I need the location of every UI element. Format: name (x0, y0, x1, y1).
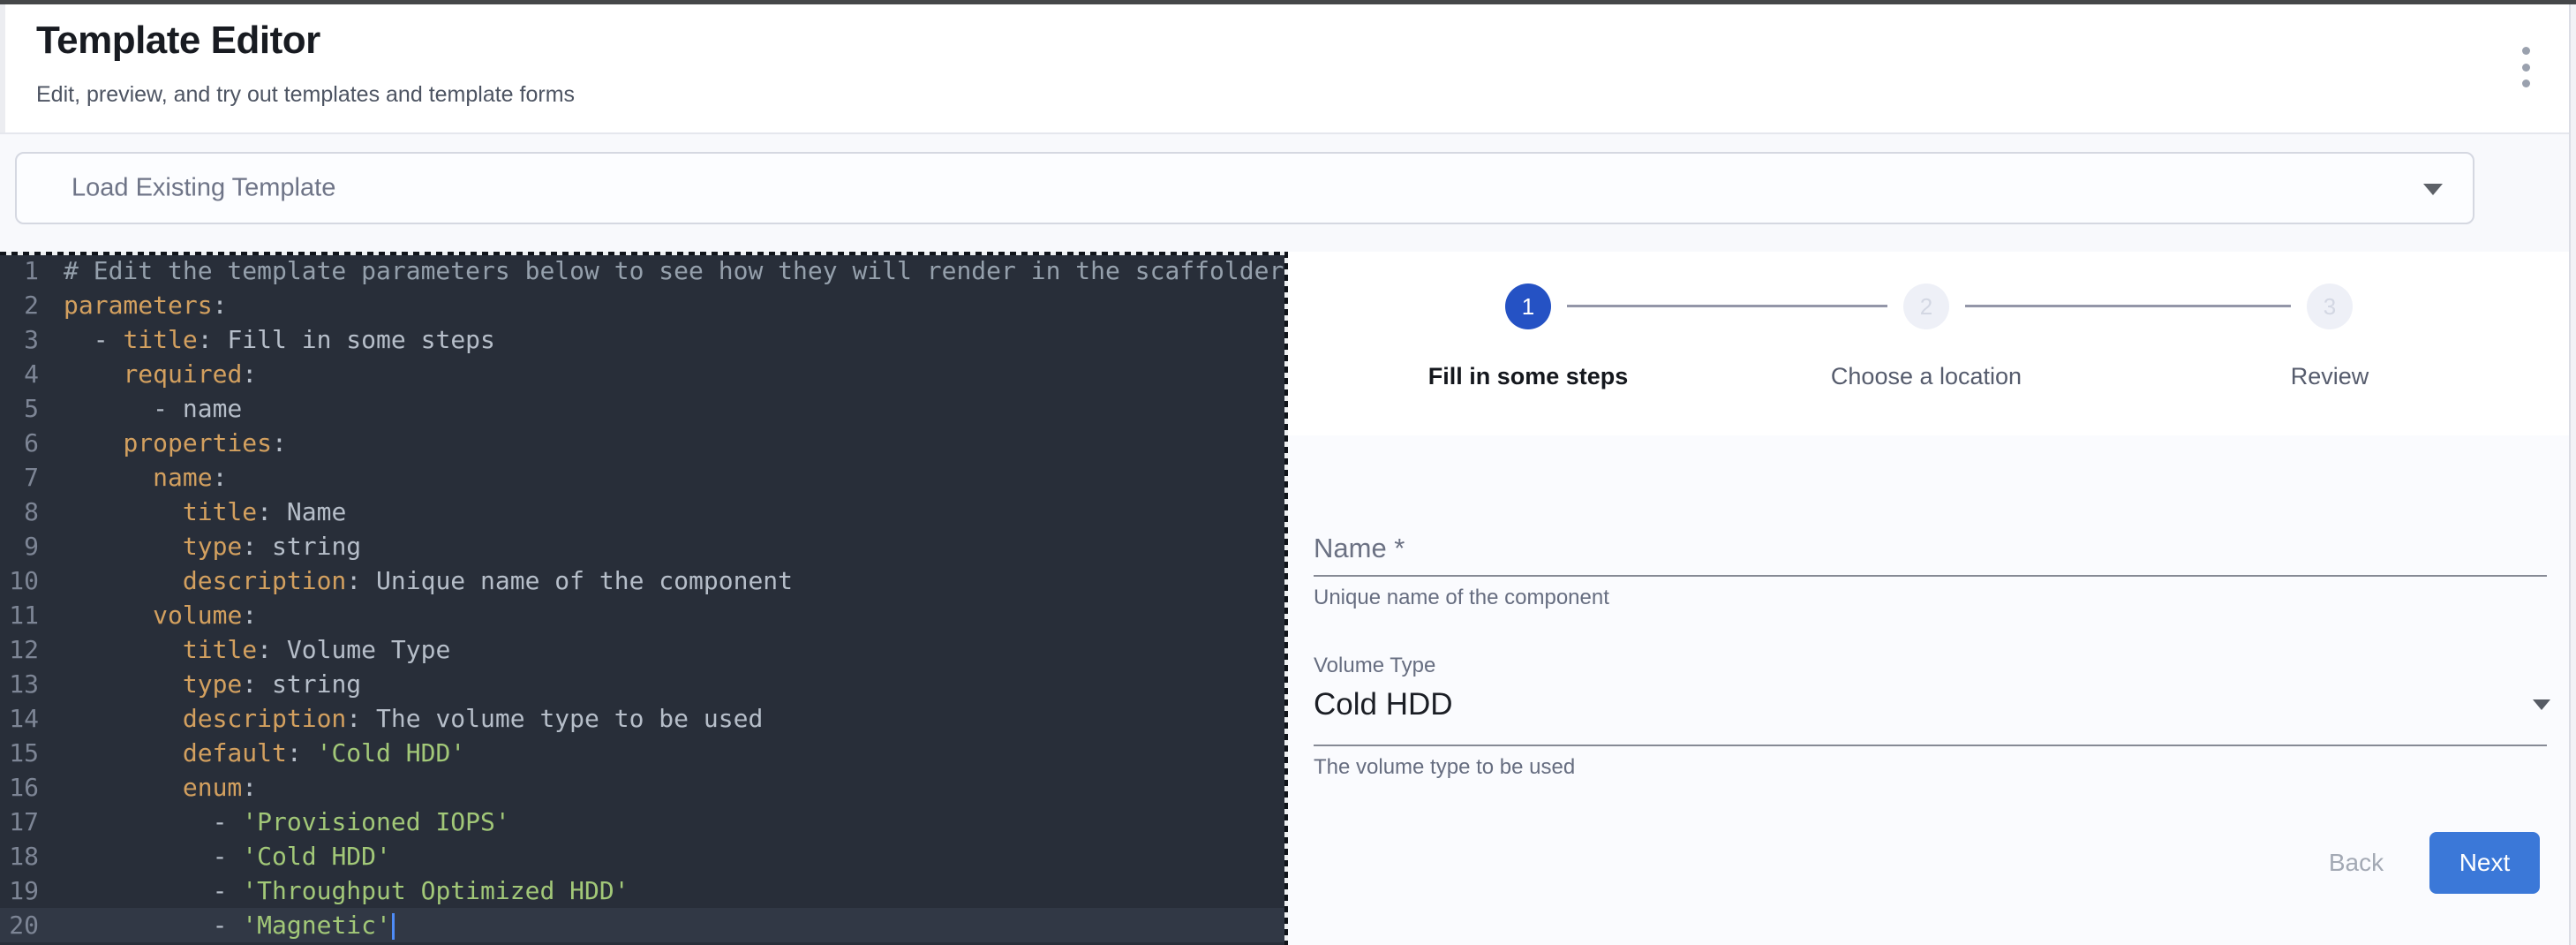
line-number: 18 (0, 839, 39, 873)
volume-type-value: Cold HDD (1314, 687, 1453, 722)
volume-type-label: Volume Type (1314, 654, 1435, 678)
code-text: type: string (64, 529, 361, 563)
code-text: - title: Fill in some steps (64, 322, 495, 357)
stepper: 1 2 3 Fill in some steps Choose a locati… (1288, 252, 2569, 435)
code-text: properties: (64, 426, 287, 460)
code-line[interactable]: 8 title: Name (0, 495, 1288, 529)
code-line[interactable]: 3 - title: Fill in some steps (0, 322, 1288, 357)
code-line[interactable]: 15 default: 'Cold HDD' (0, 736, 1288, 770)
text-cursor (392, 913, 395, 940)
line-number: 12 (0, 632, 39, 667)
code-text: type: string (64, 667, 361, 701)
name-input-underline (1314, 575, 2547, 577)
volume-helper-text: The volume type to be used (1314, 755, 1575, 780)
page-subtitle: Edit, preview, and try out templates and… (36, 82, 575, 108)
step-3-indicator: 3 (2307, 284, 2353, 329)
line-number: 8 (0, 495, 39, 529)
code-line[interactable]: 17 - 'Provisioned IOPS' (0, 805, 1288, 839)
line-number: 5 (0, 391, 39, 426)
code-line[interactable]: 5 - name (0, 391, 1288, 426)
line-number: 3 (0, 322, 39, 357)
template-selector-row: Load Existing Template (0, 134, 2576, 252)
code-line[interactable]: 7 name: (0, 460, 1288, 495)
line-number: 15 (0, 736, 39, 770)
code-text: title: Name (64, 495, 346, 529)
code-line[interactable]: 4 required: (0, 357, 1288, 391)
code-line[interactable]: 1 # Edit the template parameters below to… (0, 253, 1288, 288)
code-line[interactable]: 2 parameters: (0, 288, 1288, 322)
line-number: 14 (0, 701, 39, 736)
load-template-placeholder: Load Existing Template (72, 174, 335, 203)
code-text: required: (64, 357, 257, 391)
line-number: 6 (0, 426, 39, 460)
code-text: - name (64, 391, 242, 426)
code-text: # Edit the template parameters below to … (64, 253, 1284, 288)
code-line[interactable]: 10 description: Unique name of the compo… (0, 563, 1288, 598)
more-options-button[interactable] (2512, 47, 2539, 87)
code-line[interactable]: 12 title: Volume Type (0, 632, 1288, 667)
name-input-label: Name * (1314, 533, 1405, 564)
code-text: name: (64, 460, 227, 495)
chevron-down-icon (2423, 184, 2443, 195)
kebab-dot (2522, 79, 2530, 87)
line-number: 17 (0, 805, 39, 839)
code-line[interactable]: 16 enum: (0, 770, 1288, 805)
stepper-connector (1965, 305, 2291, 307)
code-text: description: Unique name of the componen… (64, 563, 793, 598)
code-line[interactable]: 20 - 'Magnetic' (0, 908, 1288, 942)
code-text: - 'Magnetic' (64, 908, 395, 942)
template-preview-panel: 1 2 3 Fill in some steps Choose a locati… (1288, 252, 2569, 945)
code-text: description: The volume type to be used (64, 701, 763, 736)
kebab-dot (2522, 64, 2530, 72)
scrollbar[interactable] (2569, 4, 2576, 945)
code-line[interactable]: 11 volume: (0, 598, 1288, 632)
code-text: - 'Provisioned IOPS' (64, 805, 510, 839)
code-lines: 1 # Edit the template parameters below to… (0, 253, 1288, 942)
code-text: - 'Cold HDD' (64, 839, 391, 873)
chevron-down-icon (2533, 699, 2550, 710)
name-helper-text: Unique name of the component (1314, 586, 1609, 610)
kebab-dot (2522, 47, 2530, 55)
code-line[interactable]: 6 properties: (0, 426, 1288, 460)
code-line[interactable]: 9 type: string (0, 529, 1288, 563)
code-line[interactable]: 14 description: The volume type to be us… (0, 701, 1288, 736)
line-number: 2 (0, 288, 39, 322)
code-text: enum: (64, 770, 257, 805)
load-template-select[interactable]: Load Existing Template (15, 152, 2474, 224)
line-number: 13 (0, 667, 39, 701)
stepper-connector (1567, 305, 1887, 307)
line-number: 10 (0, 563, 39, 598)
step-1-indicator: 1 (1505, 284, 1551, 329)
page-header: Template Editor Edit, preview, and try o… (5, 4, 2569, 134)
line-number: 4 (0, 357, 39, 391)
code-text: - 'Throughput Optimized HDD' (64, 873, 629, 908)
line-number: 19 (0, 873, 39, 908)
step-3-label: Review (2144, 363, 2515, 390)
line-number: 1 (0, 253, 39, 288)
yaml-code-editor[interactable]: 1 # Edit the template parameters below to… (0, 252, 1288, 945)
code-line[interactable]: 19 - 'Throughput Optimized HDD' (0, 873, 1288, 908)
volume-type-select[interactable]: Volume Type Cold HDD (1314, 654, 2547, 746)
code-text: default: 'Cold HDD' (64, 736, 465, 770)
line-number: 16 (0, 770, 39, 805)
line-number: 11 (0, 598, 39, 632)
page-title: Template Editor (36, 19, 320, 63)
step-2-indicator: 2 (1903, 284, 1949, 329)
step-2-label: Choose a location (1741, 363, 2112, 390)
code-text: parameters: (64, 288, 227, 322)
back-button[interactable]: Back (2286, 835, 2427, 891)
step-1-label: Fill in some steps (1343, 363, 1714, 390)
volume-select-underline (1314, 745, 2547, 746)
line-number: 9 (0, 529, 39, 563)
line-number: 20 (0, 908, 39, 942)
code-text: title: Volume Type (64, 632, 450, 667)
line-number: 7 (0, 460, 39, 495)
code-text: volume: (64, 598, 257, 632)
code-line[interactable]: 13 type: string (0, 667, 1288, 701)
next-button[interactable]: Next (2429, 832, 2540, 894)
code-line[interactable]: 18 - 'Cold HDD' (0, 839, 1288, 873)
